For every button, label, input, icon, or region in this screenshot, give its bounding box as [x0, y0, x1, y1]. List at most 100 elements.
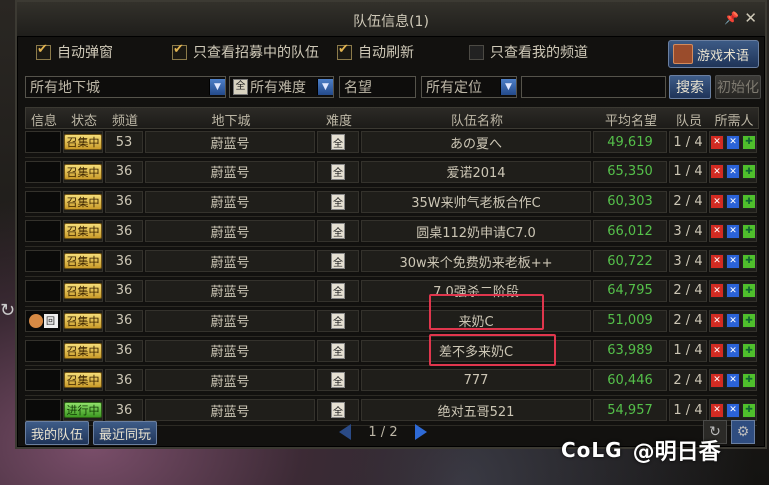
heal-role-icon: ✚ — [742, 134, 756, 150]
option-label: 自动弹窗 — [57, 45, 113, 61]
prev-page-icon[interactable] — [339, 424, 351, 440]
status-badge: 召集中 — [64, 342, 102, 359]
heal-role-icon: ✚ — [742, 372, 756, 388]
heal-role-icon: ✚ — [742, 402, 756, 418]
search-input[interactable] — [521, 76, 666, 98]
dps-role-icon: ✕ — [710, 194, 724, 210]
difficulty-cell: 全 — [317, 190, 359, 213]
difficulty-cell: 全 — [317, 309, 359, 332]
reset-button[interactable]: 初始化 — [715, 75, 761, 99]
status-badge: 召集中 — [64, 372, 102, 389]
status-cell: 进行中 — [63, 399, 103, 422]
difficulty-icon: 全 — [331, 163, 345, 180]
support-role-icon: ✕ — [726, 164, 740, 180]
status-badge: 召集中 — [64, 223, 102, 240]
difficulty-icon: 全 — [331, 134, 345, 150]
dps-role-icon: ✕ — [710, 343, 724, 359]
support-role-icon: ✕ — [726, 194, 740, 210]
difficulty-cell: 全 — [317, 279, 359, 302]
status-cell: 召集中 — [63, 160, 103, 183]
option-my-channel[interactable]: 只查看我的频道 — [469, 42, 588, 62]
recent-players-button[interactable]: 最近同玩 — [93, 421, 157, 445]
dungeon-cell: 蔚蓝号 — [145, 399, 315, 422]
title-bar: 队伍信息(1) 📌 ✕ — [17, 2, 765, 37]
table-row[interactable]: 召集中 36 蔚蓝号全差不多来奶C 63,989 1 / 4 ✕ ✕ ✚ — [25, 337, 757, 367]
option-recruiting-only[interactable]: 只查看招募中的队伍 — [172, 42, 319, 62]
next-page-icon[interactable] — [415, 424, 427, 440]
table-row[interactable]: 召集中 36 蔚蓝号全 30w来个免费奶来老板++ 60,722 3 / 4 ✕ ✕ ✚ — [25, 247, 757, 277]
info-cell — [25, 160, 61, 183]
channel-cell: 36 — [105, 339, 143, 362]
channel-cell: 36 — [105, 399, 143, 422]
team-name-cell: 777 — [361, 369, 591, 392]
status-cell: 召集中 — [63, 369, 103, 392]
checkbox-icon[interactable] — [36, 42, 51, 60]
status-cell: 召集中 — [63, 339, 103, 362]
dungeon-cell: 蔚蓝号 — [145, 339, 315, 362]
highlight-box — [429, 294, 544, 330]
watermark-logo: CoLG — [561, 438, 623, 462]
team-name-cell: 绝对五哥521 — [361, 399, 591, 422]
members-cell: 1 / 4 — [669, 160, 707, 183]
info-cell — [25, 339, 61, 362]
info-cell — [25, 250, 61, 273]
table-row[interactable]: 召集中 36 蔚蓝号全爱诺2014 65,350 1 / 4 ✕ ✕ ✚ — [25, 158, 757, 188]
column-header: 难度 — [325, 114, 352, 129]
chevron-down-icon[interactable]: ▼ — [500, 79, 516, 95]
dungeon-filter[interactable]: 所有地下城 ▼ — [25, 76, 226, 98]
position-filter[interactable]: 所有定位 ▼ — [421, 76, 517, 98]
table-row[interactable]: 召集中 36 蔚蓝号全 777 60,446 2 / 4 ✕ ✕ ✚ — [25, 366, 757, 397]
support-role-icon: ✕ — [726, 343, 740, 359]
roles-cell: ✕ ✕ ✚ — [709, 220, 757, 243]
fame-cell: 64,795 — [593, 279, 667, 302]
fame-cell: 60,722 — [593, 250, 667, 273]
close-icon[interactable]: ✕ — [744, 9, 757, 27]
checkbox-icon[interactable] — [469, 44, 484, 60]
fame-cell: 66,012 — [593, 220, 667, 243]
option-auto-refresh[interactable]: 自动刷新 — [337, 42, 414, 62]
table-row[interactable]: 召集中 53 蔚蓝号全あの夏へ 49,619 1 / 4 ✕ ✕ ✚ — [25, 128, 757, 158]
table-row[interactable]: 召集中 36 蔚蓝号全 35W来帅气老板合作C 60,303 2 / 4 ✕ ✕ ✚ — [25, 188, 757, 218]
table-row[interactable]: 召集中 36 蔚蓝号全圆桌112奶申请C7.0 66,012 3 / 4 ✕ ✕ ✚ — [25, 217, 757, 248]
status-badge: 召集中 — [64, 282, 102, 299]
team-name-cell: 爱诺2014 — [361, 160, 591, 183]
table-header: 信息 状态 频道 地下城 难度 队伍名称 平均名望 队员 所需人员 — [25, 107, 759, 148]
pin-icon[interactable]: 📌 — [724, 11, 739, 25]
difficulty-cell: 全 — [317, 339, 359, 362]
gear-icon[interactable]: ⚙ — [731, 420, 755, 444]
side-decoration: ↻ — [0, 300, 16, 321]
status-badge: 召集中 — [64, 134, 102, 150]
dps-role-icon: ✕ — [710, 313, 724, 329]
fame-input[interactable]: 名望 — [339, 76, 416, 98]
dps-role-icon: ✕ — [710, 164, 724, 180]
team-name-cell: 30w来个免费奶来老板++ — [361, 250, 591, 273]
difficulty-filter[interactable]: 全 所有难度 ▼ — [229, 76, 334, 98]
roles-cell: ✕ ✕ ✚ — [709, 279, 757, 302]
roles-cell: ✕ ✕ ✚ — [709, 309, 757, 332]
option-auto-popup[interactable]: 自动弹窗 — [36, 42, 113, 62]
fame-cell: 54,957 — [593, 399, 667, 422]
game-terms-button[interactable]: 游戏术语 — [668, 40, 759, 68]
option-label: 自动刷新 — [358, 45, 414, 61]
chevron-down-icon[interactable]: ▼ — [209, 79, 225, 95]
table-row[interactable]: 召集中 36 蔚蓝号全 7.0强杀二阶段 64,795 2 / 4 ✕ ✕ ✚ — [25, 277, 757, 307]
chevron-down-icon[interactable]: ▼ — [317, 79, 333, 95]
channel-cell: 36 — [105, 279, 143, 302]
difficulty-cell: 全 — [317, 250, 359, 273]
info-cell: 回 — [25, 309, 61, 332]
members-cell: 1 / 4 — [669, 339, 707, 362]
pagination: 1 / 2 — [339, 420, 427, 444]
my-team-button[interactable]: 我的队伍 — [25, 421, 89, 445]
checkbox-icon[interactable] — [172, 42, 187, 60]
members-cell: 2 / 4 — [669, 309, 707, 332]
search-button[interactable]: 搜索 — [669, 75, 711, 99]
checkbox-icon[interactable] — [337, 42, 352, 60]
members-cell: 1 / 4 — [669, 131, 707, 153]
roles-cell: ✕ ✕ ✚ — [709, 339, 757, 362]
heal-role-icon: ✚ — [742, 164, 756, 180]
difficulty-icon: 全 — [331, 342, 345, 359]
dps-role-icon: ✕ — [710, 283, 724, 299]
table-row[interactable]: 回召集中 36 蔚蓝号全来奶C 51,009 2 / 4 ✕ ✕ ✚ — [25, 307, 757, 337]
members-cell: 2 / 4 — [669, 369, 707, 392]
fame-cell: 65,350 — [593, 160, 667, 183]
